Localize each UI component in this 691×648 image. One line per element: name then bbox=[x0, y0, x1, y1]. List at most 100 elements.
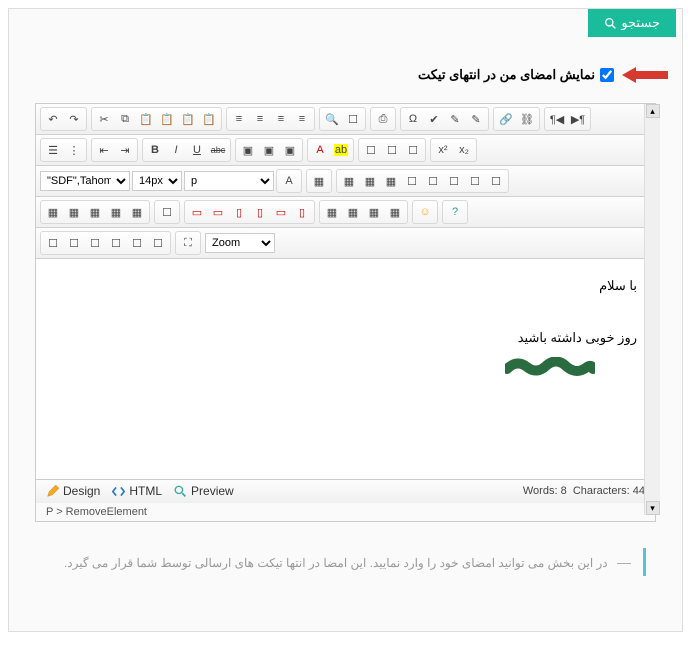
tab-html[interactable]: HTML bbox=[112, 484, 162, 498]
rtl-button[interactable]: ▶¶ bbox=[568, 109, 588, 129]
strike-button[interactable]: abc bbox=[208, 140, 228, 160]
content-line-1: با سلام bbox=[54, 273, 637, 299]
flash-button[interactable]: ▦ bbox=[381, 171, 401, 191]
status-bar: Words: 8 Characters: 44 bbox=[523, 485, 645, 497]
delete-col-button[interactable]: ▯ bbox=[292, 202, 312, 222]
table-dropdown-button[interactable]: ▦ bbox=[309, 171, 329, 191]
template-button[interactable]: ☐ bbox=[423, 171, 443, 191]
document-button[interactable]: ☐ bbox=[402, 171, 422, 191]
align-justify-button[interactable]: ≡ bbox=[292, 109, 312, 129]
signature-scribble-icon bbox=[505, 357, 595, 377]
paste-word-button[interactable]: 📋 bbox=[178, 109, 198, 129]
align-right-button[interactable]: ≡ bbox=[271, 109, 291, 129]
align-left-button[interactable]: ≡ bbox=[229, 109, 249, 129]
table-cell-button[interactable]: ▦ bbox=[106, 202, 126, 222]
text-color-button[interactable]: A bbox=[310, 140, 330, 160]
cut-button[interactable]: ✂ bbox=[94, 109, 114, 129]
redo-button[interactable]: ↷ bbox=[64, 109, 84, 129]
emoji-button[interactable]: ☺ bbox=[415, 202, 435, 222]
sub-button[interactable]: x₂ bbox=[454, 140, 474, 160]
module-button[interactable]: ☐ bbox=[486, 171, 506, 191]
bg-color-button[interactable]: ab bbox=[331, 140, 351, 160]
sup-button[interactable]: x² bbox=[433, 140, 453, 160]
scroll-up-button[interactable]: ▴ bbox=[646, 104, 660, 118]
paste-html-button[interactable]: 📋 bbox=[199, 109, 219, 129]
wrap-left-button[interactable]: ▣ bbox=[238, 140, 258, 160]
form-select-button[interactable]: ☐ bbox=[127, 233, 147, 253]
content-line-2: روز خوبی داشته باشید bbox=[54, 325, 637, 351]
copy-button[interactable]: ⧉ bbox=[115, 109, 135, 129]
col-left-button[interactable]: ▯ bbox=[229, 202, 249, 222]
indent-button[interactable]: ⇥ bbox=[115, 140, 135, 160]
print-button[interactable]: ⎙ bbox=[373, 109, 393, 129]
merge-cells-button[interactable]: ▦ bbox=[322, 202, 342, 222]
wrap-right-button[interactable]: ▣ bbox=[280, 140, 300, 160]
table-col-button[interactable]: ▦ bbox=[85, 202, 105, 222]
find-button[interactable]: 🔍 bbox=[322, 109, 342, 129]
pencil-icon bbox=[46, 485, 59, 498]
col-right-button[interactable]: ▯ bbox=[250, 202, 270, 222]
clear-format-button[interactable]: ✎ bbox=[466, 109, 486, 129]
paragraph-select[interactable]: p bbox=[184, 171, 274, 191]
fullscreen-button[interactable]: ⛶ bbox=[178, 233, 198, 253]
underline-button[interactable]: U bbox=[187, 140, 207, 160]
outdent-button[interactable]: ⇤ bbox=[94, 140, 114, 160]
toolbar-row-5: ☐ ☐ ☐ ☐ ☐ ☐ ⛶ Zoom bbox=[36, 228, 655, 259]
signature-checkbox-input[interactable] bbox=[600, 68, 614, 82]
table-row-button[interactable]: ▦ bbox=[64, 202, 84, 222]
wrap-none-button[interactable]: ▣ bbox=[259, 140, 279, 160]
tab-preview[interactable]: Preview bbox=[174, 484, 234, 498]
table-delete-button[interactable]: ▦ bbox=[127, 202, 147, 222]
image-button[interactable]: ▦ bbox=[339, 171, 359, 191]
form-button-button[interactable]: ☐ bbox=[148, 233, 168, 253]
form-text-button[interactable]: ☐ bbox=[64, 233, 84, 253]
zoom-select[interactable]: Zoom bbox=[205, 233, 275, 253]
italic-button[interactable]: I bbox=[166, 140, 186, 160]
form-input-button[interactable]: ☐ bbox=[43, 233, 63, 253]
element-path[interactable]: P > RemoveElement bbox=[36, 502, 655, 521]
font-size-select[interactable]: 14px bbox=[132, 171, 182, 191]
unordered-list-button[interactable]: ⋮ bbox=[64, 140, 84, 160]
format-brush-button[interactable]: ✎ bbox=[445, 109, 465, 129]
template2-button[interactable]: ☐ bbox=[382, 140, 402, 160]
scroll-down-button[interactable]: ▾ bbox=[646, 501, 660, 515]
row-below-button[interactable]: ▭ bbox=[208, 202, 228, 222]
split-cell-button[interactable]: ▦ bbox=[343, 202, 363, 222]
form-check-button[interactable]: ☐ bbox=[85, 233, 105, 253]
vertical-scrollbar[interactable]: ▴ ▾ bbox=[644, 104, 660, 515]
template1-button[interactable]: ☐ bbox=[361, 140, 381, 160]
bold-button[interactable]: B bbox=[145, 140, 165, 160]
search-button[interactable]: جستجو bbox=[588, 9, 676, 37]
omega-button[interactable]: Ω bbox=[403, 109, 423, 129]
ordered-list-button[interactable]: ☰ bbox=[43, 140, 63, 160]
align-center-button[interactable]: ≡ bbox=[250, 109, 270, 129]
magnify-icon bbox=[174, 485, 187, 498]
table-props-button[interactable]: ▦ bbox=[385, 202, 405, 222]
delete-row-button[interactable]: ▭ bbox=[271, 202, 291, 222]
paste-button[interactable]: 📋 bbox=[136, 109, 156, 129]
insert-table-button[interactable]: ▦ bbox=[43, 202, 63, 222]
spellcheck-button[interactable]: ✔ bbox=[424, 109, 444, 129]
form-button[interactable]: ☐ bbox=[465, 171, 485, 191]
toggle-border-button[interactable]: ☐ bbox=[157, 202, 177, 222]
help-button[interactable]: ? bbox=[445, 202, 465, 222]
code-icon bbox=[112, 485, 125, 498]
form-radio-button[interactable]: ☐ bbox=[106, 233, 126, 253]
paste-plain-button[interactable]: 📋 bbox=[157, 109, 177, 129]
hint-text: — در این بخش می توانید امضای خود را وارد… bbox=[45, 548, 646, 576]
undo-button[interactable]: ↶ bbox=[43, 109, 63, 129]
template3-button[interactable]: ☐ bbox=[403, 140, 423, 160]
row-above-button[interactable]: ▭ bbox=[187, 202, 207, 222]
link-button[interactable]: 🔗 bbox=[496, 109, 516, 129]
style-dropdown-button[interactable]: A bbox=[279, 171, 299, 191]
editor-content[interactable]: با سلام روز خوبی داشته باشید bbox=[36, 259, 655, 479]
cell-props-button[interactable]: ▦ bbox=[364, 202, 384, 222]
font-family-select[interactable]: "SDF",Tahom... bbox=[40, 171, 130, 191]
ltr-button[interactable]: ¶◀ bbox=[547, 109, 567, 129]
signature-checkbox[interactable]: نمایش امضای من در انتهای تیکت bbox=[418, 67, 614, 83]
select-all-button[interactable]: ☐ bbox=[343, 109, 363, 129]
snippet-button[interactable]: ☐ bbox=[444, 171, 464, 191]
tab-design[interactable]: Design bbox=[46, 484, 100, 498]
unlink-button[interactable]: ⛓ bbox=[517, 109, 537, 129]
media-button[interactable]: ▦ bbox=[360, 171, 380, 191]
